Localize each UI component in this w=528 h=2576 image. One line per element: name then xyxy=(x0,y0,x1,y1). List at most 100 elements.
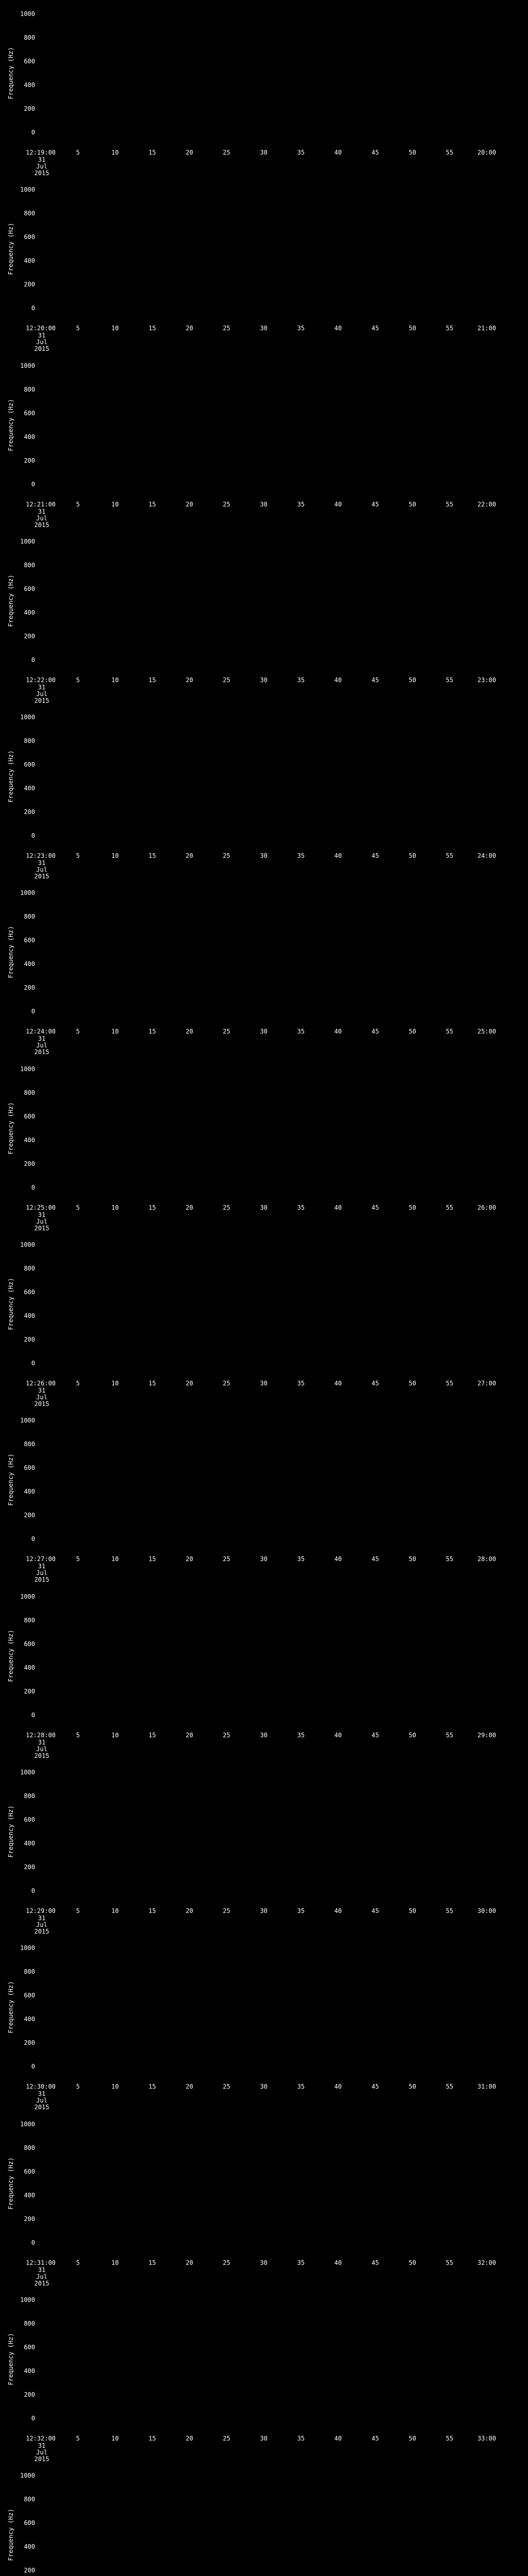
x-tick-label-55s: 55 xyxy=(446,1204,454,1211)
y-tick-label-0: 0 xyxy=(31,1184,35,1191)
x-tick-label-20s: 20 xyxy=(186,1028,193,1035)
spectrogram-panel-13: Frequency (Hz) 0 200 400 600 800 1000 12:31:00… xyxy=(0,2110,528,2286)
x-tick-label-45s: 45 xyxy=(371,1028,379,1035)
y-tick-label-0: 0 xyxy=(31,129,35,136)
x-axis-date-line-1: Jul xyxy=(36,1921,47,1928)
x-tick-label-10s: 10 xyxy=(111,501,119,508)
x-tick-label-55s: 55 xyxy=(446,2083,454,2090)
x-axis-date-line-1: Jul xyxy=(36,2273,47,2280)
y-tick-label-0: 0 xyxy=(31,1711,35,1719)
x-tick-label-10s: 10 xyxy=(111,325,119,332)
x-end-time-label: 31:00 xyxy=(477,2083,497,2090)
x-axis-date-line-2: 2015 xyxy=(34,2104,50,2111)
x-tick-label-25s: 25 xyxy=(223,2083,230,2090)
x-tick-label-45s: 45 xyxy=(371,325,379,332)
x-tick-label-20s: 20 xyxy=(186,149,193,156)
x-tick-label-35s: 35 xyxy=(297,676,305,684)
x-tick-label-40s: 40 xyxy=(334,1204,342,1211)
y-tick-label-800: 800 xyxy=(24,1265,35,1272)
x-tick-label-55s: 55 xyxy=(446,2259,454,2266)
x-tick-label-50s: 50 xyxy=(408,1204,417,1211)
x-tick-label-35s: 35 xyxy=(297,1555,305,1563)
x-start-time-label: 12:23:00 xyxy=(26,852,56,859)
x-tick-label-25s: 25 xyxy=(223,1907,230,1914)
spectrogram-panel-9: Frequency (Hz) 0 200 400 600 800 1000 12:27:00… xyxy=(0,1406,528,1583)
y-axis-title: Frequency (Hz) xyxy=(7,47,14,99)
x-tick-label-35s: 35 xyxy=(297,1028,305,1035)
x-tick-label-45s: 45 xyxy=(371,852,379,859)
x-tick-label-5s: 5 xyxy=(76,852,80,859)
x-tick-label-40s: 40 xyxy=(334,2259,342,2266)
x-axis-date-line-0: 31 xyxy=(38,859,46,867)
y-tick-label-400: 400 xyxy=(24,1840,35,1847)
y-tick-label-200: 200 xyxy=(24,633,35,640)
y-tick-label-600: 600 xyxy=(24,2168,35,2175)
spectrogram-panel-1: Frequency (Hz) 0 200 400 600 800 1000 12:19:00… xyxy=(0,0,528,176)
x-tick-label-55s: 55 xyxy=(446,325,454,332)
y-tick-label-200: 200 xyxy=(24,281,35,288)
x-start-time-label: 12:32:00 xyxy=(26,2435,56,2442)
y-tick-label-1000: 1000 xyxy=(20,2296,35,2303)
y-tick-label-600: 600 xyxy=(24,1289,35,1296)
x-tick-label-40s: 40 xyxy=(334,1028,342,1035)
x-tick-label-35s: 35 xyxy=(297,1204,305,1211)
x-tick-label-45s: 45 xyxy=(371,1907,379,1914)
y-tick-label-800: 800 xyxy=(24,34,35,41)
y-tick-label-0: 0 xyxy=(31,1360,35,1367)
y-tick-label-0: 0 xyxy=(31,304,35,312)
x-end-time-label: 25:00 xyxy=(477,1028,497,1035)
x-tick-label-25s: 25 xyxy=(223,501,230,508)
x-tick-label-5s: 5 xyxy=(76,2083,80,2090)
x-start-time-label: 12:31:00 xyxy=(26,2259,56,2266)
x-tick-label-50s: 50 xyxy=(408,2435,417,2442)
x-tick-label-40s: 40 xyxy=(334,852,342,859)
x-tick-label-20s: 20 xyxy=(186,1907,193,1914)
x-tick-label-10s: 10 xyxy=(111,1380,119,1387)
x-tick-label-5s: 5 xyxy=(76,2259,80,2266)
x-start-time-label: 12:22:00 xyxy=(26,676,56,684)
x-axis-date-line-1: Jul xyxy=(36,866,47,873)
y-tick-label-1000: 1000 xyxy=(20,10,35,18)
x-tick-label-20s: 20 xyxy=(186,1555,193,1563)
spectrogram-panel-10: Frequency (Hz) 0 200 400 600 800 1000 12:28:00… xyxy=(0,1583,528,1759)
y-tick-label-0: 0 xyxy=(31,2415,35,2422)
x-start-time-label: 12:29:00 xyxy=(26,1907,56,1914)
x-tick-label-30s: 30 xyxy=(260,1380,268,1387)
x-tick-label-25s: 25 xyxy=(223,149,230,156)
y-tick-label-1000: 1000 xyxy=(20,186,35,193)
x-start-time-label: 12:25:00 xyxy=(26,1204,56,1211)
x-tick-label-50s: 50 xyxy=(408,2083,417,2090)
y-tick-label-1000: 1000 xyxy=(20,362,35,369)
x-tick-label-50s: 50 xyxy=(408,2259,417,2266)
x-tick-label-40s: 40 xyxy=(334,501,342,508)
x-tick-label-30s: 30 xyxy=(260,1555,268,1563)
x-axis-date-line-0: 31 xyxy=(38,1914,46,1922)
x-tick-label-15s: 15 xyxy=(148,1555,156,1563)
x-tick-label-10s: 10 xyxy=(111,149,119,156)
x-tick-label-55s: 55 xyxy=(446,1907,454,1914)
x-tick-label-45s: 45 xyxy=(371,1732,379,1739)
y-tick-label-800: 800 xyxy=(24,2496,35,2503)
x-start-time-label: 12:30:00 xyxy=(26,2083,56,2090)
x-tick-label-45s: 45 xyxy=(371,2259,379,2266)
x-tick-label-5s: 5 xyxy=(76,676,80,684)
x-axis-date-line-2: 2015 xyxy=(34,1576,50,1583)
x-tick-label-25s: 25 xyxy=(223,1028,230,1035)
y-tick-label-200: 200 xyxy=(24,2215,35,2223)
x-start-time-label: 12:24:00 xyxy=(26,1028,56,1035)
y-tick-label-1000: 1000 xyxy=(20,1065,35,1073)
x-tick-label-20s: 20 xyxy=(186,1380,193,1387)
y-tick-label-600: 600 xyxy=(24,2344,35,2351)
x-tick-label-20s: 20 xyxy=(186,1204,193,1211)
y-axis-title: Frequency (Hz) xyxy=(7,1102,14,1155)
y-tick-label-800: 800 xyxy=(24,386,35,393)
x-start-time-label: 12:20:00 xyxy=(26,325,56,332)
spectrogram-panel-2: Frequency (Hz) 0 200 400 600 800 1000 12:20:00… xyxy=(0,176,528,352)
y-tick-label-600: 600 xyxy=(24,937,35,944)
y-tick-label-1000: 1000 xyxy=(20,714,35,721)
x-axis-date-line-0: 31 xyxy=(38,508,46,515)
y-tick-label-800: 800 xyxy=(24,210,35,217)
x-end-time-label: 28:00 xyxy=(477,1555,497,1563)
x-start-time-label: 12:21:00 xyxy=(26,501,56,508)
y-tick-label-400: 400 xyxy=(24,2015,35,2023)
